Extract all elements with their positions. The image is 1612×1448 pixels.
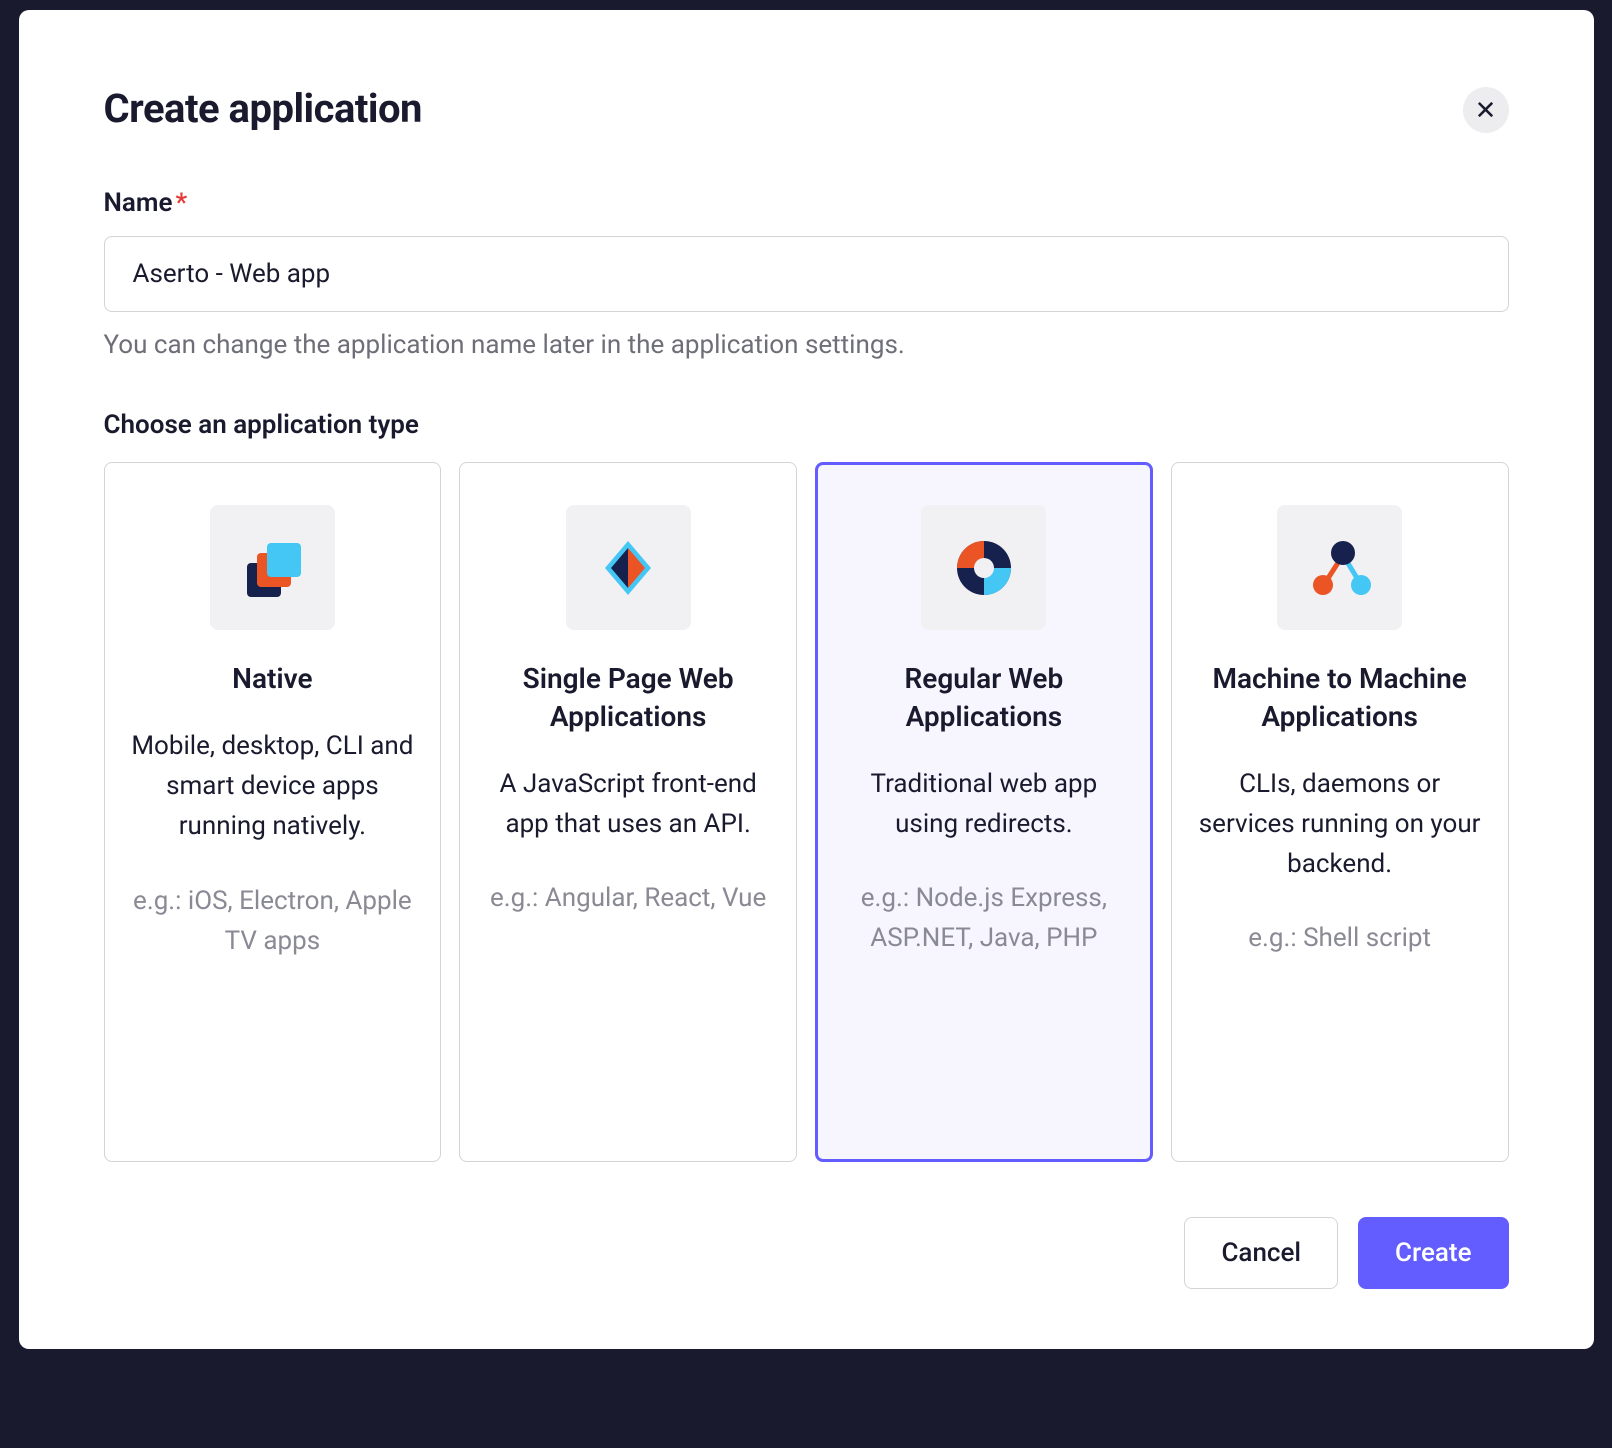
native-icon: [210, 505, 335, 630]
card-description: CLIs, daemons or services running on you…: [1196, 764, 1484, 885]
modal-title: Create application: [104, 85, 422, 132]
cancel-button[interactable]: Cancel: [1184, 1217, 1338, 1289]
close-button[interactable]: ✕: [1463, 87, 1509, 133]
modal-header: Create application ✕: [104, 85, 1509, 133]
card-example: e.g.: Node.js Express, ASP.NET, Java, PH…: [840, 878, 1128, 959]
name-label-text: Name: [104, 188, 173, 218]
type-section-label: Choose an application type: [104, 410, 1509, 440]
card-description: Traditional web app using redirects.: [840, 764, 1128, 845]
spa-icon: [566, 505, 691, 630]
type-card-regular-web[interactable]: Regular Web Applications Traditional web…: [815, 462, 1153, 1162]
application-type-grid: Native Mobile, desktop, CLI and smart de…: [104, 462, 1509, 1162]
card-title: Single Page Web Applications: [484, 660, 772, 736]
m2m-icon: [1277, 505, 1402, 630]
application-name-input[interactable]: [104, 236, 1509, 312]
regular-web-icon: [921, 505, 1046, 630]
name-field-group: Name* You can change the application nam…: [104, 188, 1509, 360]
card-title: Regular Web Applications: [840, 660, 1128, 736]
name-help-text: You can change the application name late…: [104, 330, 1509, 360]
create-application-modal: Create application ✕ Name* You can chang…: [19, 10, 1594, 1349]
card-example: e.g.: Shell script: [1196, 918, 1484, 958]
close-icon: ✕: [1475, 95, 1497, 126]
card-example: e.g.: iOS, Electron, Apple TV apps: [129, 881, 417, 962]
card-description: A JavaScript front-end app that uses an …: [484, 764, 772, 845]
type-card-m2m[interactable]: Machine to Machine Applications CLIs, da…: [1171, 462, 1509, 1162]
card-title: Native: [129, 660, 417, 698]
name-label: Name*: [104, 188, 188, 218]
type-card-spa[interactable]: Single Page Web Applications A JavaScrip…: [459, 462, 797, 1162]
card-title: Machine to Machine Applications: [1196, 660, 1484, 736]
card-description: Mobile, desktop, CLI and smart device ap…: [129, 726, 417, 847]
action-buttons: Cancel Create: [104, 1217, 1509, 1289]
type-card-native[interactable]: Native Mobile, desktop, CLI and smart de…: [104, 462, 442, 1162]
required-indicator: *: [175, 188, 187, 218]
card-example: e.g.: Angular, React, Vue: [484, 878, 772, 918]
create-button[interactable]: Create: [1358, 1217, 1508, 1289]
